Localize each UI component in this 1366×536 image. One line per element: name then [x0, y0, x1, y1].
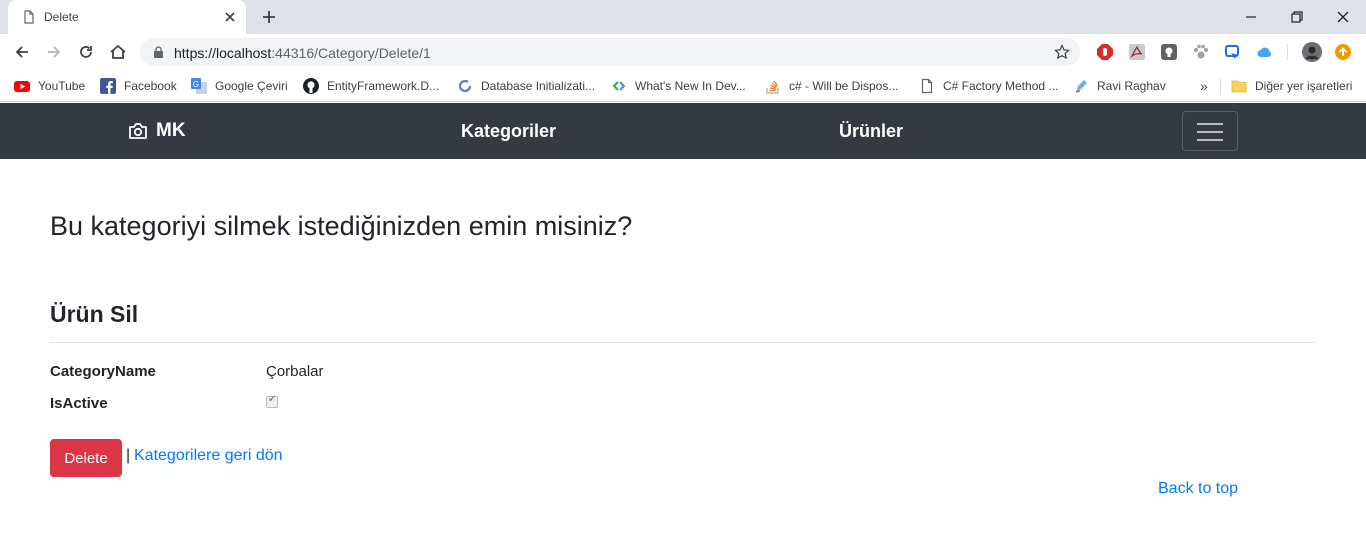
- profile-avatar[interactable]: [1302, 42, 1322, 62]
- back-to-categories-link[interactable]: Kategorilere geri dön: [134, 447, 283, 465]
- youtube-icon: [14, 81, 30, 92]
- link-separator: |: [126, 447, 131, 464]
- nav-link-urunler[interactable]: Ürünler: [839, 121, 903, 142]
- update-extension-icon[interactable]: [1334, 43, 1352, 61]
- field-label-isactive: IsActive: [50, 395, 108, 412]
- bookmark-factory-method[interactable]: C# Factory Method ...: [919, 76, 1058, 96]
- field-label-categoryname: CategoryName: [50, 363, 156, 380]
- hamburger-bar: [1197, 139, 1223, 141]
- facebook-icon: [100, 78, 116, 94]
- lock-icon: [154, 46, 163, 58]
- google-dev-icon: [612, 81, 626, 91]
- folder-icon: [1231, 80, 1247, 93]
- minimize-window-icon[interactable]: [1240, 6, 1262, 28]
- camera-icon: [129, 123, 147, 139]
- section-divider: [50, 342, 1316, 343]
- isactive-checkbox: ✔: [266, 394, 278, 408]
- restore-window-icon[interactable]: [1286, 6, 1308, 28]
- bookmarks-divider: [1220, 78, 1221, 94]
- cloud-extension-icon[interactable]: [1256, 43, 1274, 61]
- tab-title: Delete: [44, 10, 79, 24]
- stackoverflow-icon: [766, 80, 779, 94]
- bookmark-will-be-disposed[interactable]: c# - Will be Dispos...: [765, 76, 898, 96]
- confirm-question-heading: Bu kategoriyi silmek istediğinizden emin…: [50, 211, 633, 241]
- screen-capture-extension-icon[interactable]: [1224, 43, 1242, 61]
- delete-button[interactable]: Delete: [50, 439, 122, 477]
- forward-arrow-icon[interactable]: [44, 42, 64, 62]
- close-tab-icon[interactable]: [222, 9, 238, 25]
- bookmark-star-icon[interactable]: [1054, 44, 1070, 60]
- bookmark-facebook[interactable]: Facebook: [100, 76, 177, 96]
- navbar-brand[interactable]: MK: [128, 120, 186, 142]
- brand-text: MK: [156, 120, 186, 141]
- bookmarks-overflow-chevron[interactable]: »: [1200, 76, 1208, 96]
- refresh-blue-icon: [458, 79, 472, 93]
- paw-extension-icon[interactable]: [1192, 43, 1210, 61]
- home-icon[interactable]: [108, 42, 128, 62]
- bookmark-ravi-raghav[interactable]: Ravi Raghav: [1073, 76, 1166, 96]
- github-icon: [303, 78, 319, 94]
- blog-icon: [1075, 80, 1087, 93]
- other-bookmarks-folder[interactable]: Diğer yer işaretleri: [1231, 76, 1352, 96]
- app-navbar: MK Kategoriler Ürünler: [0, 103, 1366, 159]
- bookmark-youtube[interactable]: YouTube: [14, 76, 85, 96]
- back-arrow-icon[interactable]: [12, 42, 32, 62]
- section-title: Ürün Sil: [50, 301, 139, 327]
- field-value-categoryname: Çorbalar: [266, 363, 324, 380]
- close-window-icon[interactable]: [1332, 6, 1354, 28]
- browser-tab[interactable]: Delete: [8, 0, 246, 34]
- browser-toolbar: https://localhost:44316/Category/Delete/…: [0, 34, 1366, 70]
- lightbulb-extension-icon[interactable]: [1160, 43, 1178, 61]
- nav-link-kategoriler[interactable]: Kategoriler: [461, 121, 556, 142]
- pdf-extension-icon[interactable]: [1128, 43, 1146, 61]
- address-bar[interactable]: https://localhost:44316/Category/Delete/…: [140, 38, 1080, 66]
- google-translate-icon: G: [191, 78, 207, 94]
- back-to-top-link[interactable]: Back to top: [1158, 480, 1238, 498]
- hamburger-bar: [1197, 131, 1223, 133]
- reload-icon[interactable]: [76, 42, 96, 62]
- url-text: https://localhost:44316/Category/Delete/…: [174, 45, 431, 61]
- bookmark-whats-new[interactable]: What's New In Dev...: [611, 76, 746, 96]
- new-tab-icon[interactable]: [260, 8, 278, 26]
- page-icon: [24, 10, 34, 24]
- bookmark-database-initialization[interactable]: Database Initializati...: [457, 76, 595, 96]
- page-icon: [921, 78, 933, 94]
- hamburger-icon: [1197, 123, 1223, 125]
- adblock-extension-icon[interactable]: [1096, 43, 1114, 61]
- bookmarks-bar: YouTube Facebook G Google Çeviri EntityF…: [0, 70, 1366, 102]
- browser-tabstrip: Delete: [0, 0, 1366, 34]
- svg-text:G: G: [193, 80, 199, 89]
- toolbar-divider: [1287, 44, 1288, 60]
- main-content: Bu kategoriyi silmek istediğinizden emin…: [0, 159, 1366, 536]
- bookmark-entityframework[interactable]: EntityFramework.D...: [303, 76, 439, 96]
- bookmark-google-ceviri[interactable]: G Google Çeviri: [191, 76, 288, 96]
- navbar-toggler-button[interactable]: [1182, 111, 1238, 151]
